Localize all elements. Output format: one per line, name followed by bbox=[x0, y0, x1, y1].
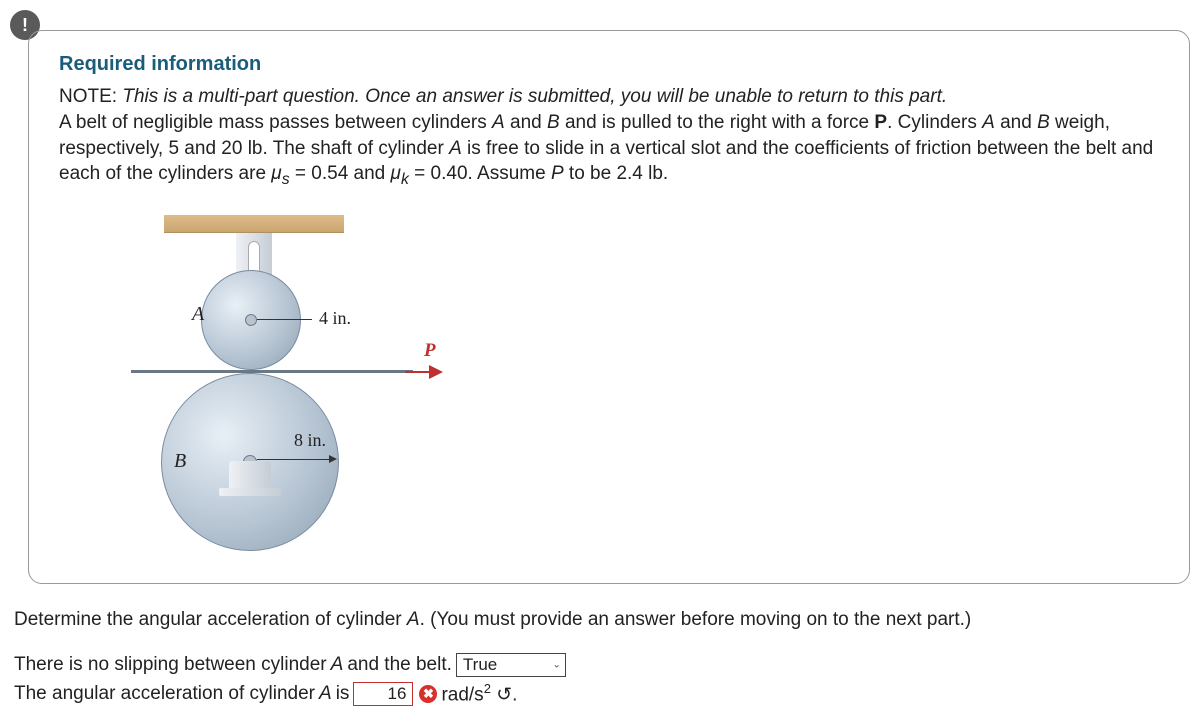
text-fragment: . (You must provide an answer before mov… bbox=[420, 609, 972, 630]
cylinder-a-ref: A bbox=[449, 138, 462, 159]
diagram-belt bbox=[131, 370, 413, 373]
cylinder-a-ref: A bbox=[407, 609, 420, 630]
question-area: Determine the angular acceleration of cy… bbox=[10, 609, 1190, 706]
diagram-stand bbox=[229, 461, 271, 491]
text-fragment: There is no slipping between cylinder bbox=[14, 654, 327, 676]
input-value: 16 bbox=[388, 684, 407, 704]
cylinder-b-ref: B bbox=[1037, 112, 1050, 133]
diagram-stand-base bbox=[219, 488, 281, 496]
diagram-dim-arrow-b bbox=[329, 455, 337, 463]
alert-icon: ! bbox=[22, 15, 28, 36]
cylinder-a-ref: A bbox=[982, 112, 995, 133]
required-information-heading: Required information bbox=[59, 53, 1159, 76]
cylinder-a-ref: A bbox=[492, 112, 505, 133]
cylinder-b-ref: B bbox=[547, 112, 560, 133]
diagram-dimension-b: 8 in. bbox=[294, 430, 326, 451]
acceleration-answer-row: The angular acceleration of cylinder A i… bbox=[14, 681, 1190, 706]
x-symbol: ✖ bbox=[423, 686, 434, 702]
diagram-cylinder-a-center bbox=[245, 314, 257, 326]
text-fragment: The angular acceleration of cylinder bbox=[14, 683, 315, 705]
mu-s-subscript: s bbox=[282, 171, 290, 188]
problem-statement: A belt of negligible mass passes between… bbox=[59, 110, 1159, 190]
cylinder-a-ref: A bbox=[319, 683, 332, 705]
unit-prefix: rad/s bbox=[441, 685, 483, 706]
question-instruction: Determine the angular acceleration of cy… bbox=[14, 609, 1190, 631]
diagram-label-a: A bbox=[192, 303, 204, 326]
incorrect-icon: ✖ bbox=[419, 685, 437, 703]
text-fragment: and is pulled to the right with a force bbox=[560, 112, 875, 133]
text-fragment: and bbox=[505, 112, 547, 133]
text-fragment: Determine the angular acceleration of cy… bbox=[14, 609, 407, 630]
diagram: A 4 in. P B 8 in. bbox=[79, 215, 499, 555]
text-fragment: = 0.40. Assume bbox=[409, 163, 551, 184]
unit-label: rad/s2 ↺. bbox=[441, 681, 517, 706]
text-fragment: to be 2.4 lb. bbox=[564, 163, 669, 184]
unit-suffix: ↺. bbox=[491, 685, 517, 706]
diagram-dim-line-b bbox=[257, 459, 332, 460]
text-fragment: is bbox=[336, 683, 350, 705]
diagram-dimension-a: 4 in. bbox=[319, 308, 351, 329]
text-fragment: = 0.54 and bbox=[290, 163, 391, 184]
note-line: NOTE: This is a multi-part question. Onc… bbox=[59, 86, 1159, 108]
diagram-dim-line-a bbox=[257, 319, 312, 320]
info-box: Required information NOTE: This is a mul… bbox=[28, 30, 1190, 584]
text-fragment: and the belt. bbox=[347, 654, 452, 676]
diagram-cylinder-a bbox=[201, 270, 301, 370]
acceleration-input[interactable]: 16 bbox=[353, 682, 413, 706]
select-value: True bbox=[463, 655, 497, 675]
diagram-label-p: P bbox=[424, 340, 436, 362]
note-prefix: NOTE: bbox=[59, 86, 122, 107]
text-fragment: . Cylinders bbox=[887, 112, 982, 133]
text-fragment: A belt of negligible mass passes between… bbox=[59, 112, 492, 133]
force-p-ref: P bbox=[874, 112, 887, 133]
unit-exponent: 2 bbox=[484, 681, 491, 696]
slipping-answer-row: There is no slipping between cylinder A … bbox=[14, 653, 1190, 677]
chevron-down-icon: ⌄ bbox=[553, 660, 561, 671]
diagram-arrow-p bbox=[405, 365, 445, 379]
mu-symbol: μ bbox=[271, 163, 281, 184]
diagram-ceiling bbox=[164, 215, 344, 233]
slipping-select[interactable]: True ⌄ bbox=[456, 653, 566, 677]
mu-k-subscript: k bbox=[401, 171, 409, 188]
cylinder-a-ref: A bbox=[331, 654, 344, 676]
note-text: This is a multi-part question. Once an a… bbox=[122, 86, 947, 107]
mu-symbol: μ bbox=[391, 163, 401, 184]
diagram-label-b: B bbox=[174, 450, 186, 473]
text-fragment: and bbox=[995, 112, 1037, 133]
force-p-ref: P bbox=[551, 163, 564, 184]
